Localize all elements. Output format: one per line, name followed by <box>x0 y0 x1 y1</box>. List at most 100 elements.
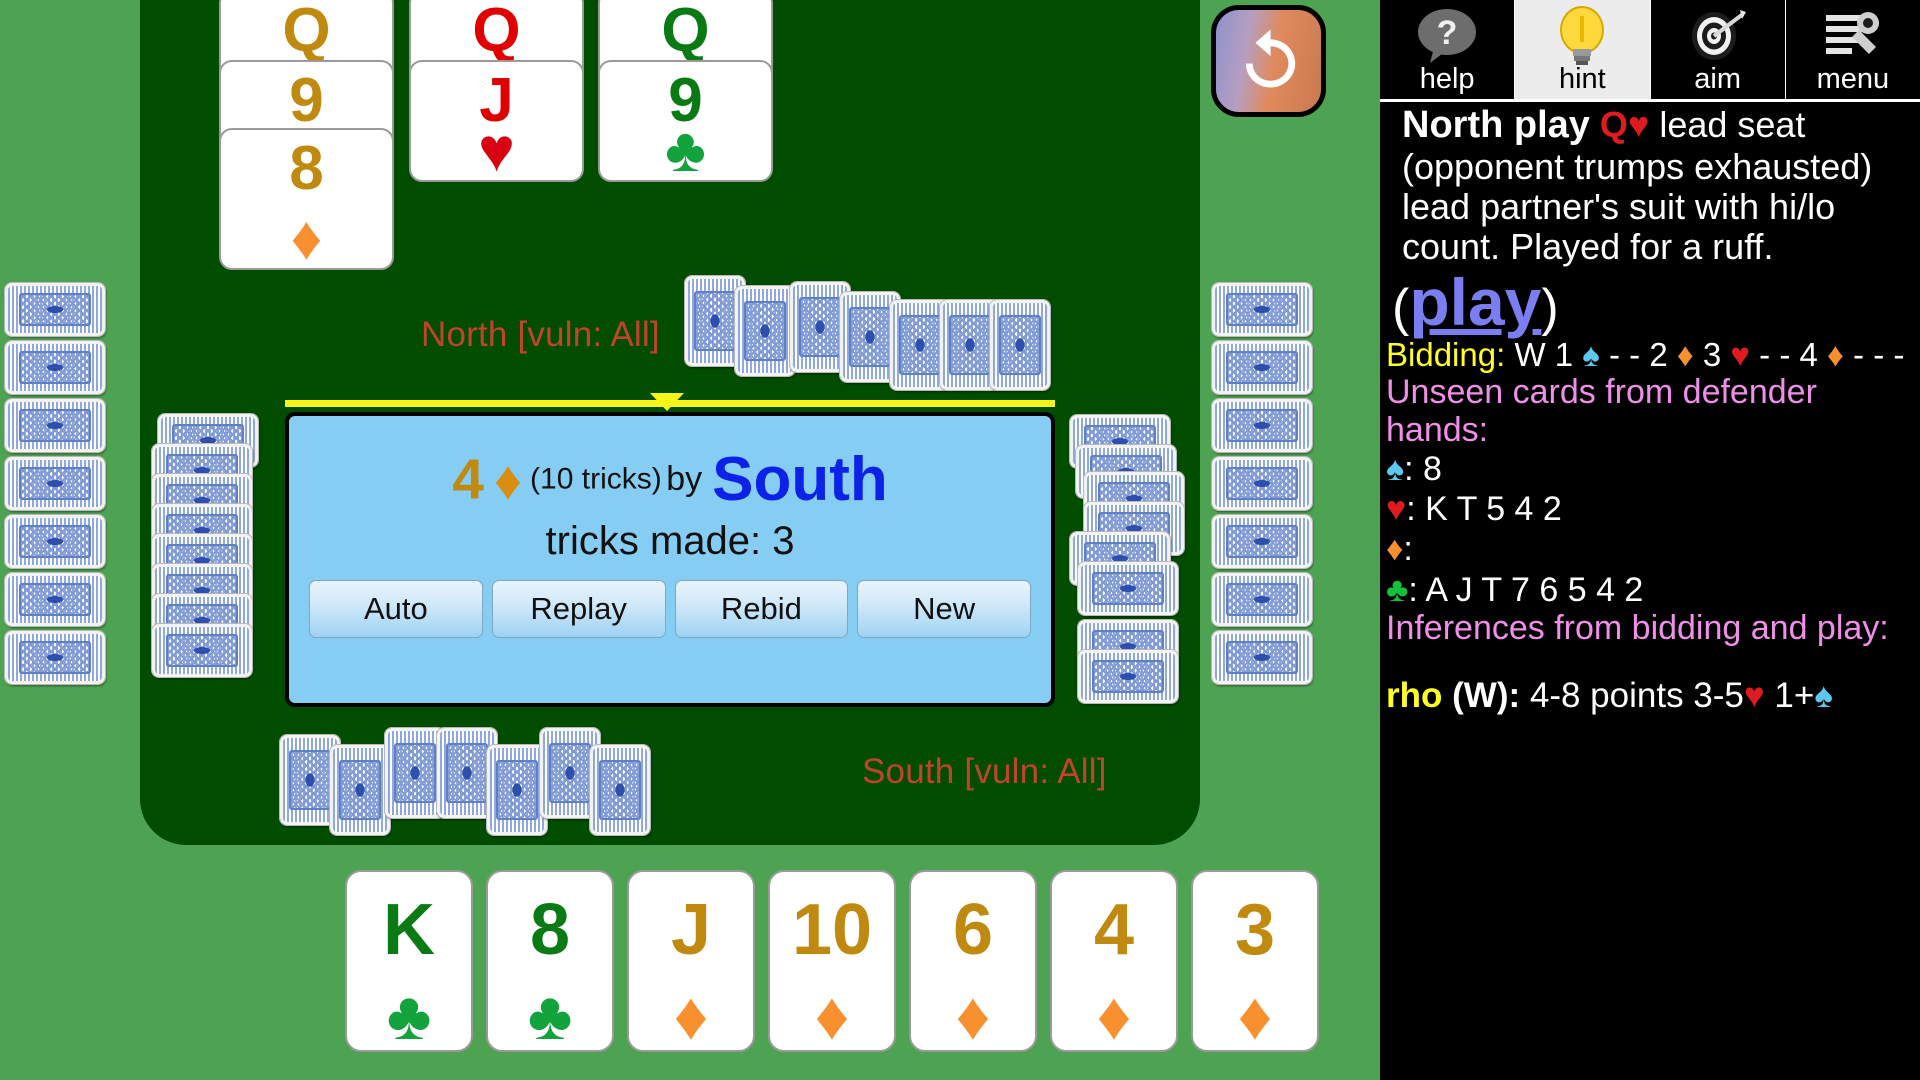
card-back[interactable] <box>1211 340 1313 395</box>
card-back[interactable] <box>1211 572 1313 627</box>
hand-card-10-d[interactable]: 10 ♦ <box>768 870 896 1052</box>
dialog-button-replay[interactable]: Replay <box>491 580 666 638</box>
card-suit-icon: ♥ <box>478 116 515 185</box>
play-link-line: (play) <box>1386 269 1914 335</box>
suit-icon-diamond: ♦ <box>1386 530 1404 569</box>
unseen-cards-spade: : 8 <box>1404 450 1442 489</box>
hand-card-8-c[interactable]: 8 ♣ <box>486 870 614 1052</box>
card-back[interactable] <box>4 630 106 685</box>
unseen-cards-club: : A J T 7 6 5 4 2 <box>1408 570 1644 609</box>
card-suit-icon: ♦ <box>1237 978 1273 1054</box>
card-suit-icon: ♦ <box>955 978 991 1054</box>
hint-card-rank: Q <box>1599 104 1628 145</box>
hand-card-K-c[interactable]: K ♣ <box>345 870 473 1052</box>
rho-text-b: 1+ <box>1774 676 1815 716</box>
unseen-cards-title: Unseen cards from defender hands: <box>1386 373 1817 449</box>
toolbar-button-menu[interactable]: menu <box>1785 0 1920 100</box>
bid-token-9: 4 <box>1799 336 1818 374</box>
card-rank: J <box>670 890 712 970</box>
card-rank: K <box>383 890 435 970</box>
bidding-sequence: W 1 ♠ - - 2 ♦ 3 ♥ - - 4 ♦ - - - <box>1514 336 1904 374</box>
card-back[interactable] <box>1211 630 1313 685</box>
bid-token-6: 3 <box>1702 336 1722 374</box>
play-link[interactable]: play <box>1409 265 1541 339</box>
hand-card-3-d[interactable]: 3 ♦ <box>1191 870 1319 1052</box>
card-rank: 6 <box>952 890 994 970</box>
card-back[interactable] <box>486 744 548 836</box>
card-rank: Q <box>661 0 710 65</box>
card-back[interactable] <box>1077 561 1179 616</box>
dialog-button-auto[interactable]: Auto <box>309 580 483 638</box>
card-back[interactable] <box>1211 456 1313 511</box>
rho-inference-line: rho (W): 4-8 points 3-5♥ 1+♠ <box>1386 676 1914 716</box>
app-root: North [vuln: All] South [vuln: All] Q 9 8 ♦… <box>0 0 1920 1080</box>
dialog-button-new[interactable]: New <box>857 580 1031 638</box>
card-back[interactable] <box>4 514 106 569</box>
toolbar: ? help hint aim menu <box>1380 0 1920 100</box>
card-back[interactable] <box>4 282 106 337</box>
card-back[interactable] <box>1211 282 1313 337</box>
toolbar-label-menu: menu <box>1816 63 1890 95</box>
turn-indicator-arrow-icon <box>650 393 684 411</box>
card-back[interactable] <box>329 744 391 836</box>
toolbar-label-help: help <box>1419 63 1475 95</box>
contract-suit-icon: ♦ <box>493 448 523 511</box>
dialog-button-rebid[interactable]: Rebid <box>674 580 849 638</box>
toolbar-button-help[interactable]: ? help <box>1380 0 1516 100</box>
card-back[interactable] <box>1077 649 1179 704</box>
rho-spade-icon: ♠ <box>1814 676 1833 716</box>
card-suit-icon: ♣ <box>665 116 706 185</box>
bid-token-4: 2 <box>1649 336 1668 374</box>
inferences-title: Inferences from bidding and play: <box>1386 608 1889 647</box>
trick-card-9-c: 9 ♣ <box>598 60 773 182</box>
hint-actor: North play <box>1402 104 1590 146</box>
card-suit-icon: ♣ <box>527 978 573 1054</box>
toolbar-label-hint: hint <box>1558 63 1606 95</box>
undo-button[interactable] <box>1211 5 1326 117</box>
card-back[interactable] <box>4 572 106 627</box>
card-rank: 9 <box>289 66 324 135</box>
trick-card-J-h: J ♥ <box>409 60 584 182</box>
bid-token-5: ♦ <box>1676 336 1694 374</box>
hand-card-J-d[interactable]: J ♦ <box>627 870 755 1052</box>
toolbar-button-aim[interactable]: aim <box>1650 0 1786 100</box>
bid-token-1: 1 <box>1554 336 1574 374</box>
card-rank: 3 <box>1234 890 1276 970</box>
card-back[interactable] <box>384 727 446 819</box>
contract-tricks-note: (10 tricks) <box>530 462 662 496</box>
card-back[interactable] <box>4 456 106 511</box>
bid-token-0: W <box>1514 336 1546 374</box>
card-back[interactable] <box>1211 398 1313 453</box>
card-suit-icon: ♦ <box>290 204 323 273</box>
card-rank: Q <box>282 0 331 65</box>
toolbar-button-hint[interactable]: hint <box>1515 0 1651 100</box>
card-rank: 8 <box>529 890 571 970</box>
card-rank: 8 <box>289 134 324 203</box>
card-suit-icon: ♦ <box>673 978 709 1054</box>
paren-close: ) <box>1541 279 1559 338</box>
contract-by-word: by <box>666 460 703 498</box>
card-rank: 10 <box>791 890 873 970</box>
contract-line: 4 ♦ (10 tricks) by South <box>289 444 1051 515</box>
bid-token-10: ♦ <box>1827 336 1844 374</box>
rho-text-a: 4-8 points 3-5 <box>1529 676 1744 716</box>
card-back[interactable] <box>151 623 253 678</box>
unseen-row-heart: ♥: K T 5 4 2 <box>1386 489 1914 529</box>
unseen-row-club: ♣: A J T 7 6 5 4 2 <box>1386 570 1914 610</box>
bid-token-8: - - <box>1759 336 1791 374</box>
hand-card-6-d[interactable]: 6 ♦ <box>909 870 1037 1052</box>
card-back[interactable] <box>1211 514 1313 569</box>
hand-card-4-d[interactable]: 4 ♦ <box>1050 870 1178 1052</box>
unseen-cards-diamond: : <box>1403 530 1413 569</box>
dialog-button-row: Auto Replay Rebid New <box>309 580 1031 638</box>
card-back[interactable] <box>4 398 106 453</box>
card-back[interactable] <box>734 285 796 377</box>
unseen-row-spade: ♠: 8 <box>1386 449 1914 489</box>
unseen-row-diamond: ♦: <box>1386 529 1914 569</box>
card-back[interactable] <box>589 744 651 836</box>
hint-headline: North play Q♥ lead seat (opponent trumps… <box>1386 104 1914 267</box>
card-back[interactable] <box>989 299 1051 391</box>
card-back[interactable] <box>4 340 106 395</box>
contract-declarer: South <box>712 445 888 514</box>
rho-seat: (W): <box>1452 676 1521 716</box>
